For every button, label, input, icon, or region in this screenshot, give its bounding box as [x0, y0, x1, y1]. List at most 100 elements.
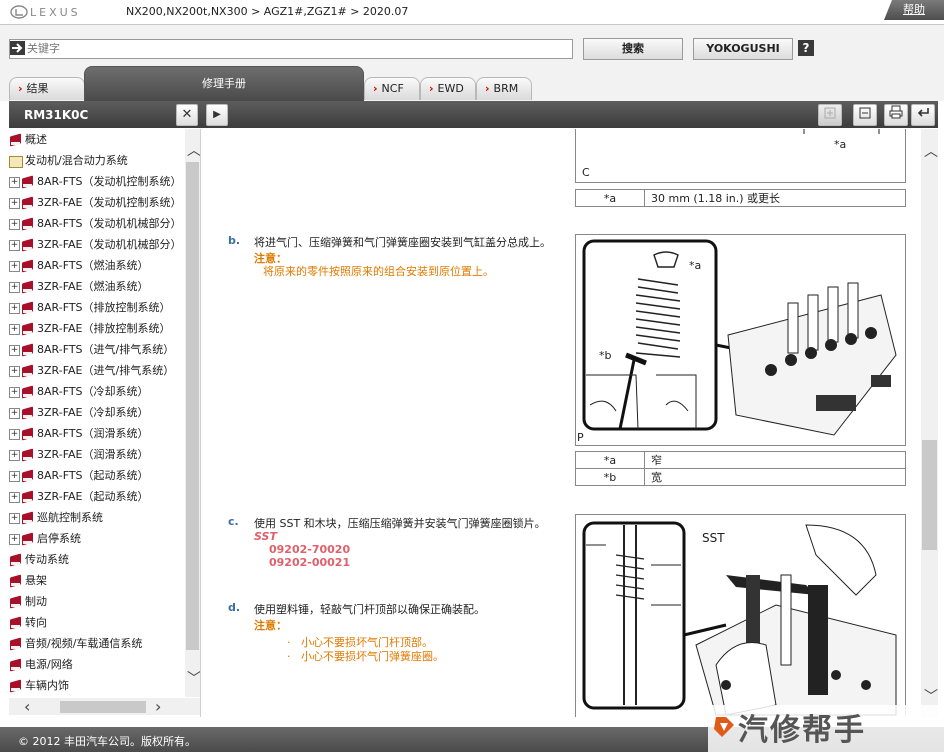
yokogushi-button[interactable]: YOKOGUSHI — [693, 38, 793, 60]
tree-item-label: 3ZR-FAE（进气/排气系统） — [37, 364, 175, 377]
book-icon — [21, 218, 34, 230]
navigation-tree: 概述 发动机/混合动力系统 +8AR-FTS（发动机控制系统） +3ZR-FAE（发动… — [9, 129, 185, 697]
expand-plus-icon[interactable]: + — [9, 365, 20, 377]
legend-key: *a — [575, 451, 645, 469]
sst-compressor-illustration — [582, 521, 897, 716]
expand-plus-icon[interactable]: + — [9, 386, 20, 398]
expand-plus-icon[interactable]: + — [9, 218, 20, 230]
tree-item[interactable]: +3ZR-FAE（排放控制系统） — [9, 319, 171, 339]
step-letter: b. — [228, 234, 241, 247]
chevron-up-icon[interactable]: ︿ — [187, 140, 201, 160]
tree-item[interactable]: +3ZR-FAE（起动系统） — [9, 487, 149, 507]
chevron-up-icon[interactable]: ︿ — [924, 141, 938, 161]
note-text: 小心不要损坏气门弹簧座圈。 — [301, 650, 444, 663]
tab-ncf[interactable]: › NCF — [364, 77, 420, 100]
expand-plus-icon[interactable]: + — [9, 344, 20, 356]
expand-plus-icon[interactable]: + — [9, 512, 20, 524]
tree-item[interactable]: 制动 — [9, 592, 47, 612]
tree-item[interactable]: + 巡航控制系统 — [9, 508, 103, 528]
tree-item-label: 悬架 — [25, 574, 47, 587]
chevron-right-icon[interactable]: › — [155, 697, 161, 716]
tree-item[interactable]: +8AR-FTS（燃油系统） — [9, 256, 149, 276]
tree-item[interactable]: 传动系统 — [9, 550, 69, 570]
chevron-down-icon[interactable]: ﹀ — [187, 668, 201, 688]
tree-item[interactable]: +8AR-FTS（进气/排气系统） — [9, 340, 174, 360]
tree-hscroll-thumb[interactable] — [60, 701, 146, 713]
sst-code: 09202-70020 — [269, 543, 351, 556]
help-question-icon[interactable]: ? — [798, 40, 814, 56]
expand-plus-icon[interactable]: + — [9, 533, 20, 545]
step-b: b. — [228, 234, 240, 247]
tree-item-label: 启停系统 — [37, 532, 81, 545]
tree-item[interactable]: +3ZR-FAE（润滑系统） — [9, 445, 149, 465]
book-icon — [9, 659, 22, 671]
tree-item[interactable]: 车辆内饰 — [9, 676, 69, 696]
show-panel-button[interactable]: ▶ — [206, 104, 228, 126]
tree-item[interactable]: 概述 — [9, 130, 47, 150]
legend-value: 30 mm (1.18 in.) 或更长 — [644, 189, 906, 207]
content-scroll-thumb[interactable] — [922, 440, 937, 550]
chevron-left-icon[interactable]: ‹ — [24, 697, 30, 716]
figure-label: *b — [599, 349, 612, 362]
tree-item[interactable]: +8AR-FTS（发动机机械部分） — [9, 214, 182, 234]
expand-plus-icon[interactable]: + — [9, 197, 20, 209]
expand-plus-icon[interactable]: + — [9, 281, 20, 293]
tab-results[interactable]: › 结果 — [9, 77, 85, 100]
tree-item-label: 转向 — [25, 616, 47, 629]
expand-plus-icon[interactable]: + — [9, 302, 20, 314]
close-panel-button[interactable]: ✕ — [176, 104, 198, 126]
tree-item-label: 3ZR-FAE（起动系统） — [37, 490, 149, 503]
tree-scroll-thumb[interactable] — [186, 162, 199, 650]
tab-brm[interactable]: › BRM — [476, 77, 532, 100]
tree-item[interactable]: + 启停系统 — [9, 529, 81, 549]
tree-item[interactable]: +8AR-FTS（冷却系统） — [9, 382, 149, 402]
expand-plus-icon[interactable]: + — [9, 428, 20, 440]
expand-plus-icon[interactable]: + — [9, 470, 20, 482]
tree-item-label: 制动 — [25, 595, 47, 608]
tree-item[interactable]: +8AR-FTS（起动系统） — [9, 466, 149, 486]
manual-content: *a C *a 30 mm (1.18 in.) 或更长 b. 将进气门、压缩弹… — [201, 129, 919, 717]
tree-item[interactable]: +8AR-FTS（发动机控制系统） — [9, 172, 182, 192]
tab-repair-manual[interactable]: 修理手册 — [84, 66, 364, 101]
figure-sst-compress: SST — [575, 514, 906, 717]
tree-item[interactable]: +3ZR-FAE（冷却系统） — [9, 403, 149, 423]
tree-item-label: 8AR-FTS（进气/排气系统） — [37, 343, 175, 356]
tree-item[interactable]: +8AR-FTS（排放控制系统） — [9, 298, 171, 318]
chevron-down-icon[interactable]: ﹀ — [924, 686, 938, 706]
book-icon — [9, 134, 22, 146]
expand-plus-icon[interactable]: + — [9, 491, 20, 503]
tree-item[interactable]: +3ZR-FAE（发动机控制系统） — [9, 193, 182, 213]
tree-item[interactable]: 发动机/混合动力系统 — [9, 151, 128, 171]
tree-item[interactable]: 转向 — [9, 613, 47, 633]
tree-item[interactable]: 音频/视频/车载通信系统 — [9, 634, 142, 654]
search-button[interactable]: 搜索 — [583, 38, 683, 60]
tree-item[interactable]: +3ZR-FAE（进气/排气系统） — [9, 361, 174, 381]
expand-plus-icon[interactable]: + — [9, 260, 20, 272]
expand-plus-icon[interactable]: + — [9, 449, 20, 461]
legend-value: 宽 — [644, 468, 906, 486]
expand-plus-icon[interactable]: + — [9, 323, 20, 335]
expand-plus-icon[interactable]: + — [9, 407, 20, 419]
tab-label: BRM — [493, 82, 519, 95]
tree-item[interactable]: +8AR-FTS（润滑系统） — [9, 424, 149, 444]
return-button[interactable] — [911, 104, 935, 126]
book-icon — [21, 491, 34, 503]
help-button[interactable]: 帮助 — [884, 0, 944, 20]
book-icon — [21, 365, 34, 377]
search-input[interactable] — [27, 40, 567, 56]
collapse-all-button[interactable] — [853, 104, 877, 126]
tree-item[interactable]: +3ZR-FAE（发动机机械部分） — [9, 235, 182, 255]
expand-plus-icon[interactable]: + — [9, 176, 20, 188]
tab-ewd[interactable]: › EWD — [420, 77, 476, 100]
figure-label: SST — [702, 531, 725, 545]
return-icon — [917, 108, 929, 117]
chevron-right-icon: › — [18, 82, 23, 95]
tree-item[interactable]: 悬架 — [9, 571, 47, 591]
sst-label: SST — [254, 530, 277, 543]
print-button[interactable] — [884, 104, 908, 126]
content-vertical-scrollbar[interactable] — [921, 129, 938, 717]
expand-plus-icon[interactable]: + — [9, 239, 20, 251]
tree-item[interactable]: 电源/网络 — [9, 655, 73, 675]
tree-item[interactable]: +3ZR-FAE（燃油系统） — [9, 277, 149, 297]
expand-all-button[interactable] — [818, 104, 842, 126]
